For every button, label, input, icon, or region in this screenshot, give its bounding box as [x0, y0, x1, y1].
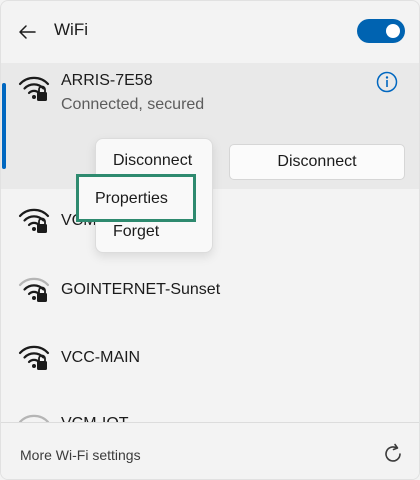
- network-name: VCC-MAIN: [61, 349, 141, 366]
- menu-item-properties[interactable]: Properties: [76, 174, 196, 222]
- selection-accent-bar: [2, 83, 6, 169]
- footer: More Wi-Fi settings: [1, 422, 419, 479]
- menu-item-label: Forget: [113, 223, 160, 240]
- info-icon[interactable]: [376, 71, 398, 93]
- toggle-knob: [386, 24, 400, 38]
- back-button[interactable]: [15, 20, 39, 44]
- wifi-secured-icon: [18, 277, 50, 302]
- connected-network-status: Connected, secured: [61, 96, 205, 113]
- menu-item-label: Disconnect: [113, 152, 193, 169]
- connected-network-name: ARRIS-7E58: [61, 72, 153, 89]
- wifi-secured-icon: [18, 208, 50, 233]
- wifi-secured-icon: [18, 345, 50, 370]
- network-name: GOINTERNET-Sunset: [61, 281, 221, 298]
- wifi-toggle[interactable]: [357, 19, 405, 43]
- wifi-secured-icon: [18, 76, 50, 101]
- arrow-left-icon: [19, 25, 36, 39]
- wifi-flyout-panel: WiFi ARRIS-7E58 Connected, secured Disco…: [0, 0, 420, 480]
- menu-item-disconnect[interactable]: Disconnect: [96, 146, 214, 176]
- refresh-icon[interactable]: [381, 442, 405, 466]
- header: WiFi: [1, 1, 419, 61]
- menu-item-label: Properties: [95, 190, 168, 207]
- page-title: WiFi: [54, 20, 88, 39]
- more-wifi-settings-link[interactable]: More Wi-Fi settings: [20, 447, 141, 463]
- disconnect-button[interactable]: Disconnect: [229, 144, 405, 180]
